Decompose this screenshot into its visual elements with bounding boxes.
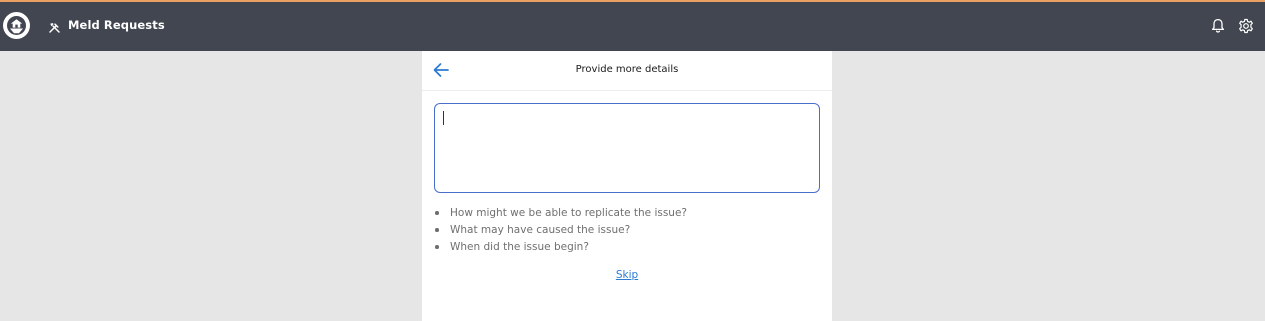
- app-title[interactable]: Meld Requests: [48, 18, 165, 33]
- list-item: When did the issue begin?: [434, 240, 687, 257]
- skip-link[interactable]: Skip: [422, 269, 832, 281]
- details-textarea[interactable]: [434, 103, 820, 193]
- bell-icon[interactable]: [1211, 18, 1225, 34]
- top-navigation-bar: Meld Requests: [0, 2, 1265, 51]
- page-title: Provide more details: [575, 64, 679, 75]
- tips-list: How might we be able to replicate the is…: [434, 206, 687, 257]
- text-cursor: [443, 111, 444, 125]
- list-item: How might we be able to replicate the is…: [434, 206, 687, 223]
- details-panel: Provide more details How might we be abl…: [422, 51, 832, 321]
- app-title-label: Meld Requests: [68, 18, 165, 32]
- app-logo-icon[interactable]: [3, 12, 30, 39]
- panel-header: Provide more details: [422, 51, 832, 91]
- tools-icon: [48, 19, 61, 33]
- gear-icon[interactable]: [1238, 18, 1254, 34]
- list-item: What may have caused the issue?: [434, 223, 687, 240]
